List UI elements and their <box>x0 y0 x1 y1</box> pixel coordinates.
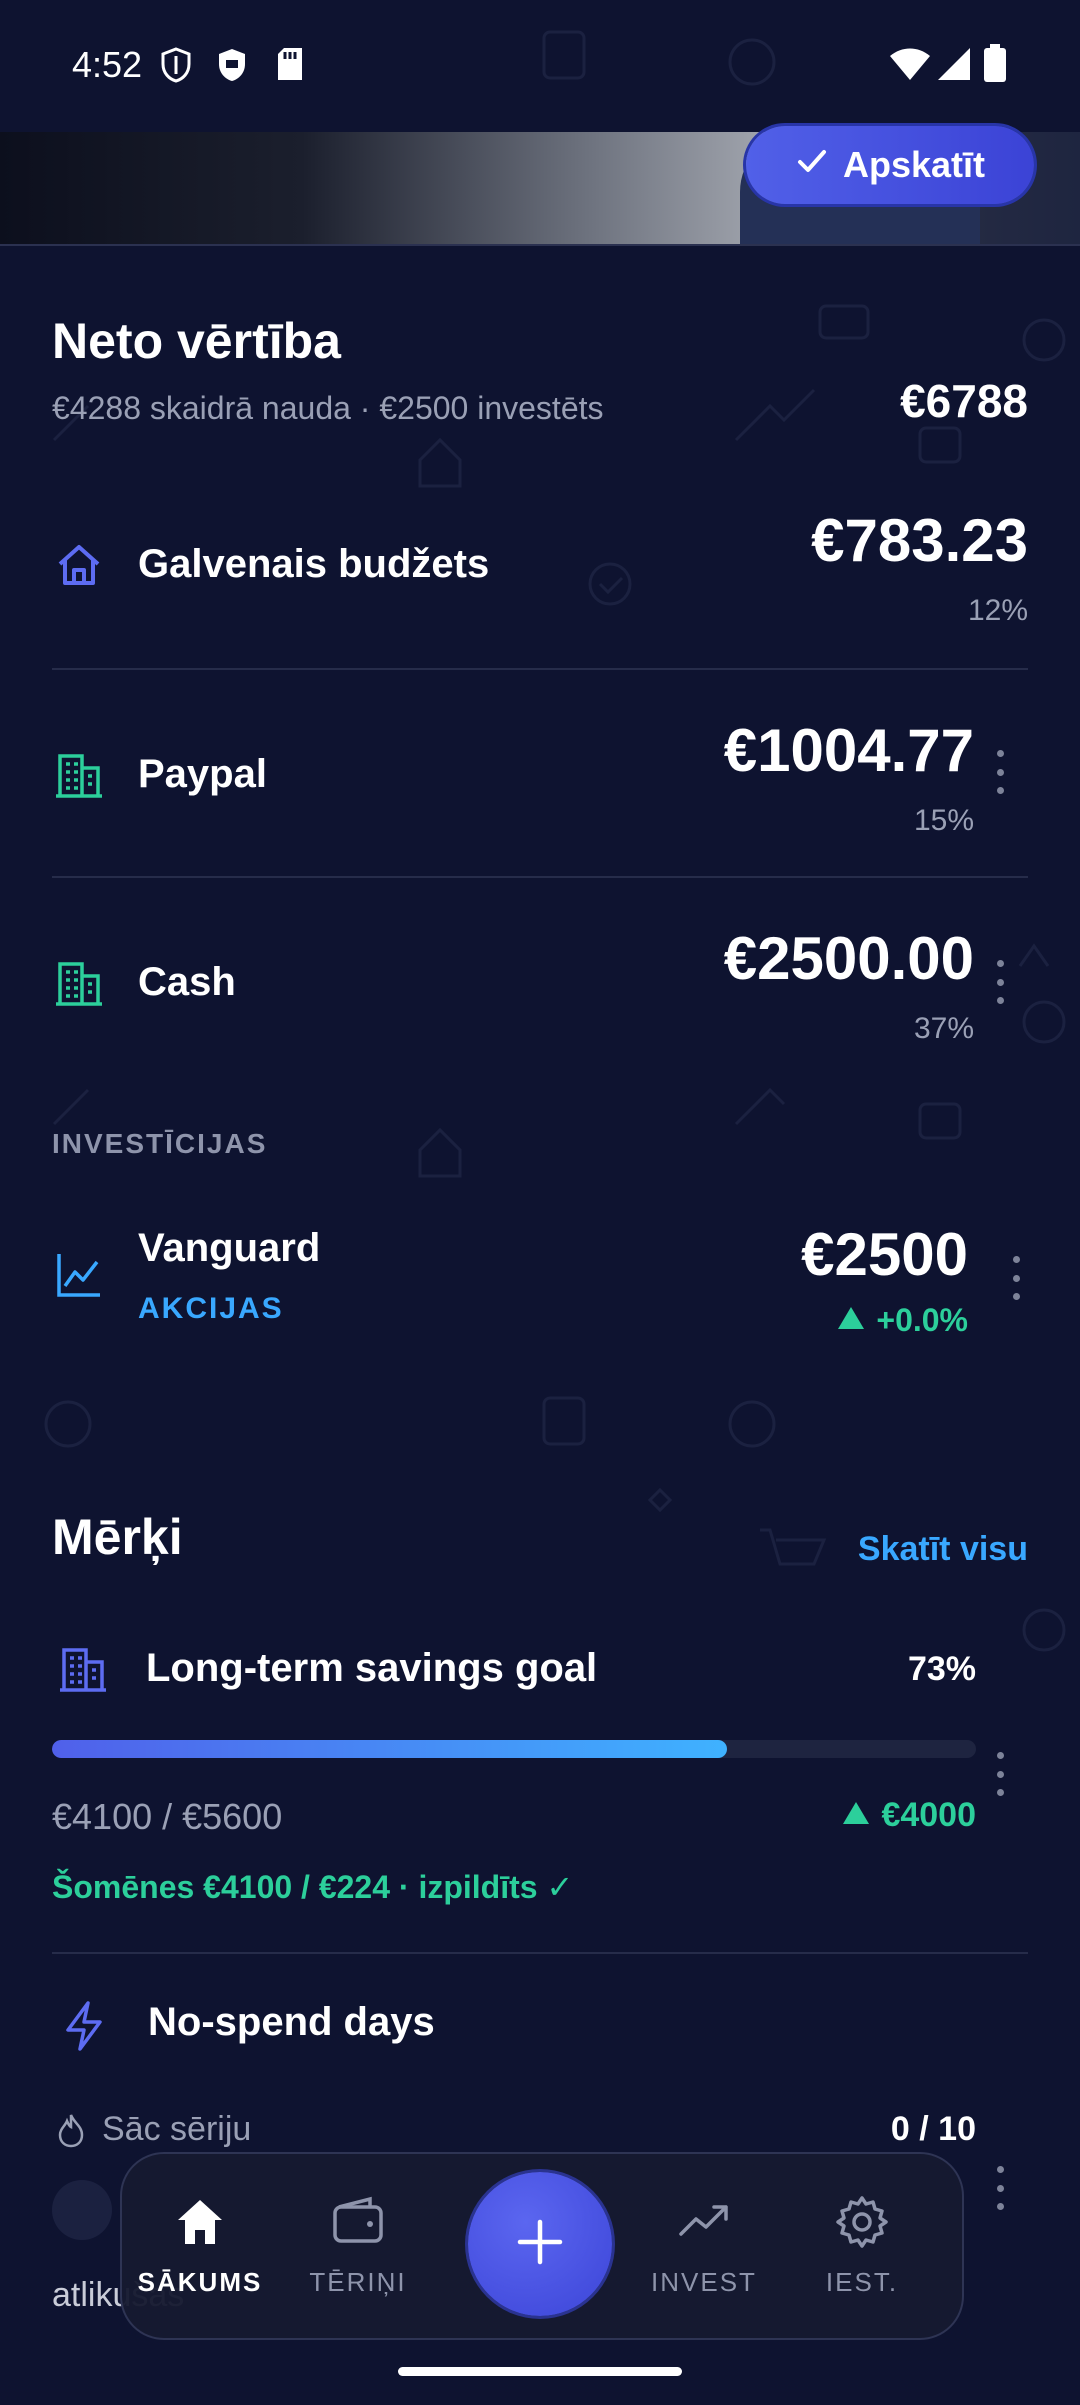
trending-up-icon <box>634 2194 774 2255</box>
goal-progress-fill <box>52 1740 727 1758</box>
account-percent: 12% <box>967 594 1028 627</box>
view-button-label: Apskatīt <box>842 144 986 185</box>
divider <box>52 1952 1028 1954</box>
view-button[interactable]: Apskatīt <box>746 126 1034 204</box>
net-worth-total: €6788 <box>900 375 1028 427</box>
account-percent: 15% <box>913 804 974 837</box>
gear-icon <box>792 2194 932 2255</box>
no-spend-title: No-spend days <box>148 2000 435 2044</box>
check-icon <box>795 144 829 187</box>
lightning-icon <box>62 2000 106 2057</box>
home-icon <box>130 2194 270 2255</box>
nav-home[interactable]: SĀKUMS <box>130 2194 270 2298</box>
streak-day-circle <box>52 2180 112 2240</box>
account-name: Galvenais budžets <box>138 542 490 586</box>
home-icon <box>54 540 104 590</box>
nav-label: IEST. <box>825 2267 899 2297</box>
streak-count: 0 / 10 <box>890 2110 976 2148</box>
account-amount: €1004.77 <box>723 717 974 784</box>
goals-title: Mērķi <box>52 1509 183 1565</box>
investment-type-tag: AKCIJAS <box>138 1292 284 1325</box>
net-worth-title: Neto vērtība <box>52 313 341 369</box>
building-icon <box>54 958 104 1008</box>
wifi-icon <box>890 48 930 85</box>
account-amount: €783.23 <box>811 507 1028 574</box>
see-all-link[interactable]: Skatīt visu <box>858 1530 1028 1569</box>
more-options-icon[interactable] <box>994 2166 1006 2210</box>
goal-gain: €4000 <box>841 1796 976 1835</box>
wallet-icon <box>288 2194 428 2255</box>
add-button[interactable] <box>468 2172 612 2316</box>
account-amount: €2500.00 <box>723 925 974 992</box>
triangle-up-icon <box>836 1302 866 1339</box>
investments-section-label: INVESTĪCIJAS <box>52 1128 268 1159</box>
signal-icon <box>938 48 970 85</box>
triangle-up-icon <box>841 1796 871 1835</box>
nav-expenses[interactable]: TĒRIŅI <box>288 2194 428 2298</box>
account-name: Paypal <box>138 752 267 796</box>
status-time: 4:52 <box>72 44 143 85</box>
goal-percent: 73% <box>907 1650 976 1688</box>
account-percent: 37% <box>913 1012 974 1045</box>
investment-row-vanguard[interactable]: Vanguard AKCIJAS €2500 +0.0% <box>0 1200 1080 1360</box>
nav-settings[interactable]: IEST. <box>792 2194 932 2298</box>
goal-progress-text: €4100 / €5600 <box>52 1796 283 1837</box>
nav-label: SĀKUMS <box>137 2267 263 2297</box>
account-row-paypal[interactable]: Paypal €1004.77 15% <box>0 700 1080 876</box>
building-icon <box>58 1644 108 1694</box>
more-options-icon[interactable] <box>994 750 1006 794</box>
account-row-galvenais[interactable]: Galvenais budžets €783.23 12% <box>0 490 1080 666</box>
goal-monthly-note: Šomēnes €4100 / €224 · izpildīts ✓ <box>52 1869 574 1905</box>
investment-name: Vanguard <box>138 1226 321 1270</box>
net-worth-subtitle: €4288 skaidrā nauda · €2500 investēts <box>52 390 604 426</box>
investment-amount: €2500 <box>801 1221 968 1288</box>
account-row-cash[interactable]: Cash €2500.00 37% <box>0 908 1080 1084</box>
more-options-icon[interactable] <box>1010 1256 1022 1300</box>
shield-outline-icon <box>160 46 192 84</box>
divider <box>52 668 1028 670</box>
sd-card-icon <box>276 46 308 84</box>
divider <box>52 876 1028 878</box>
more-options-icon[interactable] <box>994 1752 1006 1796</box>
building-icon <box>54 750 104 800</box>
investment-change-value: +0.0% <box>876 1302 968 1338</box>
goal-gain-value: €4000 <box>881 1796 976 1834</box>
status-bar: 4:52 <box>0 0 1080 130</box>
plus-icon <box>512 2214 568 2275</box>
goal-progress-bar <box>52 1740 976 1758</box>
more-options-icon[interactable] <box>994 960 1006 1004</box>
nav-label: TĒRIŅI <box>309 2267 407 2297</box>
nav-label: INVEST <box>651 2267 757 2297</box>
home-indicator <box>398 2367 682 2376</box>
flame-icon <box>56 2112 86 2153</box>
goal-name: Long-term savings goal <box>146 1646 598 1690</box>
battery-icon <box>984 44 1006 87</box>
streak-label: Sāc sēriju <box>102 2110 252 2148</box>
investment-change: +0.0% <box>836 1302 968 1339</box>
shield-filled-icon <box>216 46 248 84</box>
chart-line-icon <box>54 1250 104 1300</box>
nav-invest[interactable]: INVEST <box>634 2194 774 2298</box>
account-name: Cash <box>138 960 236 1004</box>
